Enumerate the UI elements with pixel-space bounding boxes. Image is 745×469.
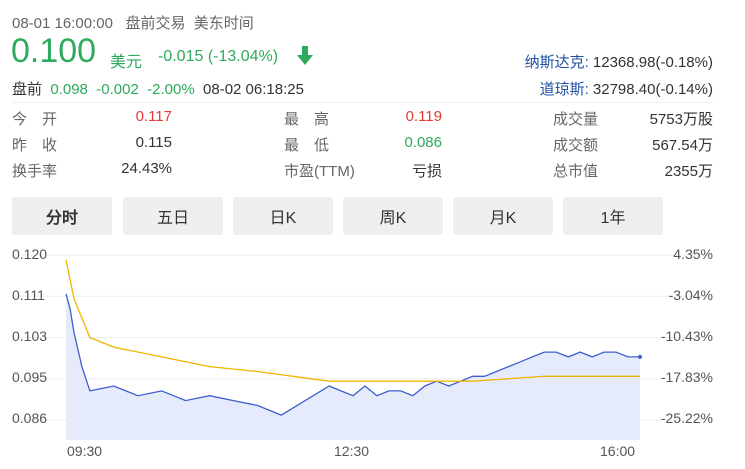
index-nasdaq-name[interactable]: 纳斯达克: bbox=[525, 54, 589, 71]
mcap-value: 2355万 bbox=[664, 163, 713, 180]
pe-value: 亏损 bbox=[411, 163, 442, 180]
y-tick-3: 0.095 bbox=[12, 369, 48, 385]
y-tick-2: 0.103 bbox=[12, 328, 48, 344]
mcap-label: 总市值 bbox=[553, 163, 599, 180]
tab-monthly-k[interactable]: 月K bbox=[453, 197, 553, 235]
x-tick-1: 12:30 bbox=[334, 443, 370, 459]
y-pct-tick-4: -25.22% bbox=[660, 410, 713, 426]
y-pct-tick-0: 4.35% bbox=[673, 246, 713, 262]
index-dow[interactable]: 道琼斯: 32798.40(-0.14%) bbox=[540, 78, 713, 99]
premarket-change-pct: -2.00% bbox=[147, 81, 195, 98]
y-pct-tick-1: -3.04% bbox=[668, 287, 713, 303]
x-tick-0: 09:30 bbox=[67, 443, 103, 459]
y-pct-tick-2: -10.43% bbox=[660, 328, 713, 344]
low-label: 最 低 bbox=[284, 137, 330, 154]
price-area bbox=[66, 293, 640, 440]
premarket-price: 0.098 bbox=[50, 81, 88, 98]
prev-close-label: 昨 收 bbox=[12, 137, 58, 154]
last-price: 0.100 bbox=[11, 32, 97, 70]
divider bbox=[12, 102, 713, 103]
header-info: 08-01 16:00:00 盘前交易 美东时间 bbox=[12, 12, 254, 33]
quote-datetime: 08-01 16:00:00 bbox=[12, 15, 113, 32]
y-pct-tick-3: -17.83% bbox=[660, 369, 713, 385]
y-tick-0: 0.120 bbox=[12, 246, 48, 262]
open-value: 0.117 bbox=[135, 108, 172, 125]
currency-label: 美元 bbox=[110, 54, 143, 71]
intraday-chart[interactable] bbox=[0, 240, 745, 469]
turnover-value: 24.43% bbox=[121, 160, 172, 177]
tab-one-year[interactable]: 1年 bbox=[563, 197, 663, 235]
tab-five-day[interactable]: 五日 bbox=[123, 197, 223, 235]
y-tick-1: 0.111 bbox=[12, 287, 45, 303]
premarket-label: 盘前 bbox=[12, 81, 43, 98]
index-nasdaq[interactable]: 纳斯达克: 12368.98(-0.18%) bbox=[525, 51, 713, 72]
arrow-down-icon bbox=[296, 46, 314, 71]
index-nasdaq-value: 12368.98(-0.18%) bbox=[592, 54, 713, 71]
price-change-value: -0.015 bbox=[158, 48, 204, 65]
premarket-change: -0.002 bbox=[96, 81, 139, 98]
last-price-point bbox=[638, 354, 642, 359]
session-label: 盘前交易 bbox=[125, 15, 186, 32]
amount-label: 成交额 bbox=[553, 137, 599, 154]
amount-value: 567.54万 bbox=[652, 137, 713, 154]
open-label: 今 开 bbox=[12, 111, 58, 128]
tab-weekly-k[interactable]: 周K bbox=[343, 197, 443, 235]
pe-label: 市盈(TTM) bbox=[284, 163, 355, 180]
prev-close-value: 0.115 bbox=[135, 134, 172, 151]
index-dow-value: 32798.40(-0.14%) bbox=[592, 81, 713, 98]
tab-intraday[interactable]: 分时 bbox=[12, 197, 112, 235]
premarket-row: 盘前 0.098 -0.002 -2.00% 08-02 06:18:25 bbox=[12, 78, 304, 99]
turnover-label: 换手率 bbox=[12, 163, 58, 180]
high-value: 0.119 bbox=[405, 108, 442, 125]
price-change-pct: (-13.04%) bbox=[207, 48, 279, 65]
low-value: 0.086 bbox=[404, 134, 442, 151]
premarket-time: 08-02 06:18:25 bbox=[203, 81, 304, 98]
high-label: 最 高 bbox=[284, 111, 330, 128]
y-tick-4: 0.086 bbox=[12, 410, 48, 426]
x-tick-2: 16:00 bbox=[600, 443, 636, 459]
price-change: -0.015 (-13.04%) bbox=[158, 48, 278, 66]
volume-value: 5753万股 bbox=[649, 111, 713, 128]
timezone-label: 美东时间 bbox=[193, 15, 254, 32]
index-dow-name[interactable]: 道琼斯: bbox=[540, 81, 589, 98]
volume-label: 成交量 bbox=[553, 111, 599, 128]
tab-daily-k[interactable]: 日K bbox=[233, 197, 333, 235]
